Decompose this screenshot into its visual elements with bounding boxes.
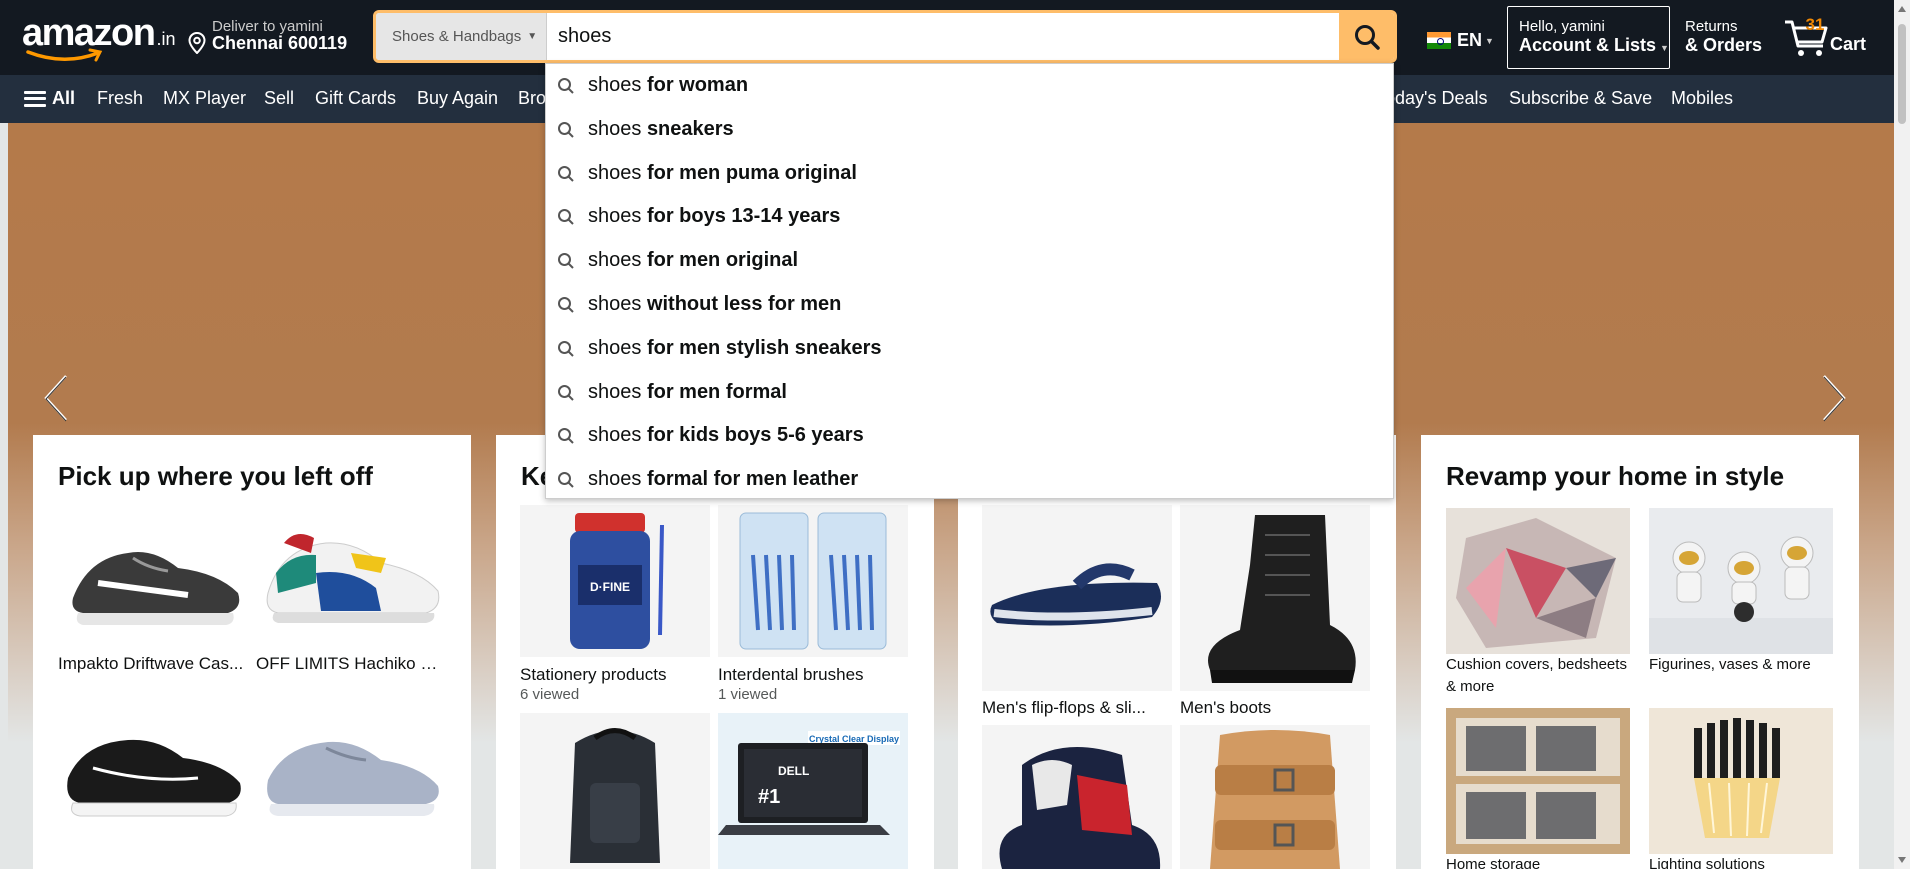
suggestion-item[interactable]: shoes for men formal xyxy=(546,371,1393,415)
search-bar: Shoes & Handbags ▼ xyxy=(373,10,1397,63)
nav-item-buy-again[interactable]: Buy Again xyxy=(417,88,498,109)
sneaker-image xyxy=(256,513,446,643)
sandal-image xyxy=(1180,725,1370,869)
amazon-smile-icon xyxy=(26,48,103,62)
search-icon xyxy=(558,385,574,401)
nav-item-gift-cards[interactable]: Gift Cards xyxy=(315,88,396,109)
suggestion-item[interactable]: shoes without less for men xyxy=(546,283,1393,327)
backpack-image xyxy=(520,713,710,869)
interdental-brush-image xyxy=(718,505,908,657)
svg-text:DELL: DELL xyxy=(778,764,809,778)
rug-image xyxy=(1446,508,1630,654)
sneaker-image xyxy=(58,708,248,838)
search-icon xyxy=(558,209,574,225)
search-icon xyxy=(558,122,574,138)
nav-item-subscribe-save[interactable]: Subscribe & Save xyxy=(1509,88,1652,109)
chevron-down-icon: ▼ xyxy=(1660,43,1669,53)
card-revamp-home: Revamp your home in style Cushion covers… xyxy=(1421,435,1859,869)
suggestion-item[interactable]: shoes for men original xyxy=(546,239,1393,283)
card-title: Revamp your home in style xyxy=(1446,461,1785,491)
search-icon xyxy=(558,78,574,94)
language-selector[interactable]: EN ▼ xyxy=(1427,30,1494,51)
nav-item-browsing-history[interactable]: Bro xyxy=(518,88,546,109)
sneaker-image xyxy=(58,513,248,643)
search-icon xyxy=(558,428,574,444)
boot-image xyxy=(1180,505,1370,691)
deliver-location: Chennai 600119 xyxy=(212,33,348,53)
suggestion-item[interactable]: shoes for boys 13-14 years xyxy=(546,195,1393,239)
svg-text:Crystal Clear Display: Crystal Clear Display xyxy=(809,734,899,744)
account-lists-label: Account & Lists xyxy=(1519,35,1657,55)
suggestion-item[interactable]: shoes for woman xyxy=(546,64,1393,108)
nav-item-todays-deals[interactable]: oday's Deals xyxy=(1385,88,1488,109)
account-and-lists[interactable]: Hello, yamini Account & Lists ▼ xyxy=(1507,6,1670,69)
returns-and-orders[interactable]: Returns & Orders xyxy=(1685,18,1762,56)
storage-box-image xyxy=(1446,708,1630,854)
cart-button[interactable]: 31 Cart xyxy=(1783,12,1883,62)
nav-item-fresh[interactable]: Fresh xyxy=(97,88,143,109)
suggestion-item[interactable]: shoes formal for men leather xyxy=(546,458,1393,502)
flip-flop-image xyxy=(982,505,1172,691)
amazon-logo[interactable]: amazon .in xyxy=(22,14,176,52)
wall-lamp-image xyxy=(1649,708,1833,854)
chevron-down-icon: ▼ xyxy=(1485,35,1494,46)
high-top-sneaker-image xyxy=(982,725,1172,869)
hamburger-menu-icon xyxy=(24,90,46,107)
nav-item-sell[interactable]: Sell xyxy=(264,88,294,109)
scroll-up-icon[interactable] xyxy=(1898,6,1906,12)
cart-count: 31 xyxy=(1805,15,1825,34)
nav-item-mobiles[interactable]: Mobiles xyxy=(1671,88,1733,109)
suggestion-item[interactable]: shoes for kids boys 5-6 years xyxy=(546,414,1393,458)
scroll-down-icon[interactable] xyxy=(1898,857,1906,863)
chevron-left-icon[interactable] xyxy=(42,373,70,423)
search-icon xyxy=(558,472,574,488)
suggestion-item[interactable]: shoes sneakers xyxy=(546,108,1393,152)
figurine-image xyxy=(1649,508,1833,654)
card-title: Pick up where you left off xyxy=(58,461,373,491)
search-icon xyxy=(558,297,574,313)
suggestion-item[interactable]: shoes for men stylish sneakers xyxy=(546,327,1393,371)
chevron-right-icon[interactable] xyxy=(1820,373,1848,423)
card-pick-up: Pick up where you left off Impakto Drift… xyxy=(33,435,471,869)
location-pin-icon xyxy=(188,32,206,54)
cart-label: Cart xyxy=(1830,34,1867,54)
search-icon xyxy=(558,253,574,269)
svg-text:#1: #1 xyxy=(758,786,780,808)
nav-item-mx-player[interactable]: MX Player xyxy=(163,88,246,109)
nav-all-menu[interactable]: All xyxy=(24,88,75,109)
chevron-down-icon: ▼ xyxy=(527,31,538,42)
search-icon xyxy=(558,341,574,357)
svg-text:D·FINE: D·FINE xyxy=(590,580,630,594)
search-suggestions-dropdown: shoes for woman shoes sneakers shoes for… xyxy=(545,63,1394,499)
search-icon xyxy=(1354,24,1380,50)
sneaker-image xyxy=(256,708,446,838)
search-icon xyxy=(558,166,574,182)
search-input[interactable] xyxy=(548,13,1342,60)
page-scrollbar[interactable] xyxy=(1894,0,1910,869)
pen-jar-image: D·FINE xyxy=(520,505,710,657)
account-greeting: Hello, yamini xyxy=(1519,18,1605,35)
laptop-image: Crystal Clear Display DELL #1 xyxy=(718,713,908,869)
search-button[interactable] xyxy=(1339,13,1394,60)
suggestion-item[interactable]: shoes for men puma original xyxy=(546,152,1393,196)
scrollbar-thumb[interactable] xyxy=(1898,24,1906,124)
search-category-dropdown[interactable]: Shoes & Handbags ▼ xyxy=(376,13,547,60)
india-flag-icon xyxy=(1427,32,1451,49)
